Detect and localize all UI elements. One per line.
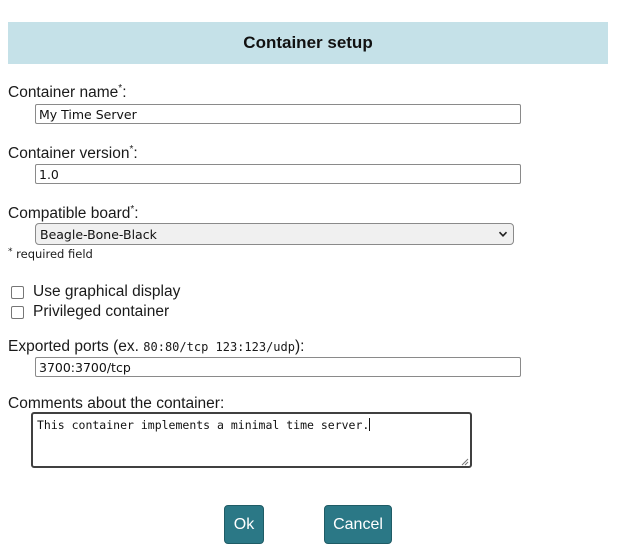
privileged-container-label: Privileged container — [33, 303, 170, 320]
exported-ports-label: Exported ports (ex. 80:80/tcp 123:123/ud… — [8, 338, 304, 356]
compatible-board-selected: Beagle-Bone-Black — [40, 226, 157, 242]
container-version-label-text: Container version — [8, 145, 130, 162]
container-name-label: Container name*: — [8, 83, 127, 102]
privileged-container-checkbox[interactable] — [11, 305, 24, 319]
comments-text: This container implements a minimal time… — [37, 418, 370, 432]
exported-ports-example: 80:80/tcp 123:123/udp — [143, 340, 295, 354]
compatible-board-select[interactable]: Beagle-Bone-Black — [35, 223, 514, 245]
container-name-label-text: Container name — [8, 84, 119, 101]
cancel-button[interactable]: Cancel — [324, 505, 392, 544]
chevron-down-icon — [497, 228, 509, 240]
resize-handle-icon[interactable] — [459, 455, 469, 466]
text-caret — [369, 418, 371, 431]
exported-ports-label-text: Exported ports (ex. — [8, 338, 144, 355]
label-colon: : — [122, 84, 127, 101]
required-note-text: required field — [12, 247, 93, 261]
graphical-display-option[interactable]: Use graphical display — [11, 283, 180, 301]
compatible-board-label-text: Compatible board — [8, 205, 131, 222]
dialog-header: Container setup — [8, 22, 608, 64]
graphical-display-checkbox[interactable] — [11, 285, 24, 299]
container-name-input[interactable] — [35, 104, 521, 124]
comments-label: Comments about the container: — [8, 395, 225, 412]
comments-textarea[interactable]: This container implements a minimal time… — [31, 412, 472, 468]
ok-button[interactable]: Ok — [224, 505, 264, 544]
exported-ports-input[interactable] — [35, 357, 521, 377]
container-version-label: Container version*: — [8, 144, 138, 163]
graphical-display-label: Use graphical display — [33, 283, 181, 300]
privileged-container-option[interactable]: Privileged container — [11, 303, 169, 321]
label-close: ): — [294, 338, 305, 355]
container-version-input[interactable] — [35, 164, 521, 184]
required-field-note: * required field — [8, 247, 93, 261]
dialog-title: Container setup — [243, 33, 373, 52]
label-colon: : — [133, 145, 138, 162]
compatible-board-label: Compatible board*: — [8, 204, 139, 223]
label-colon: : — [134, 205, 139, 222]
